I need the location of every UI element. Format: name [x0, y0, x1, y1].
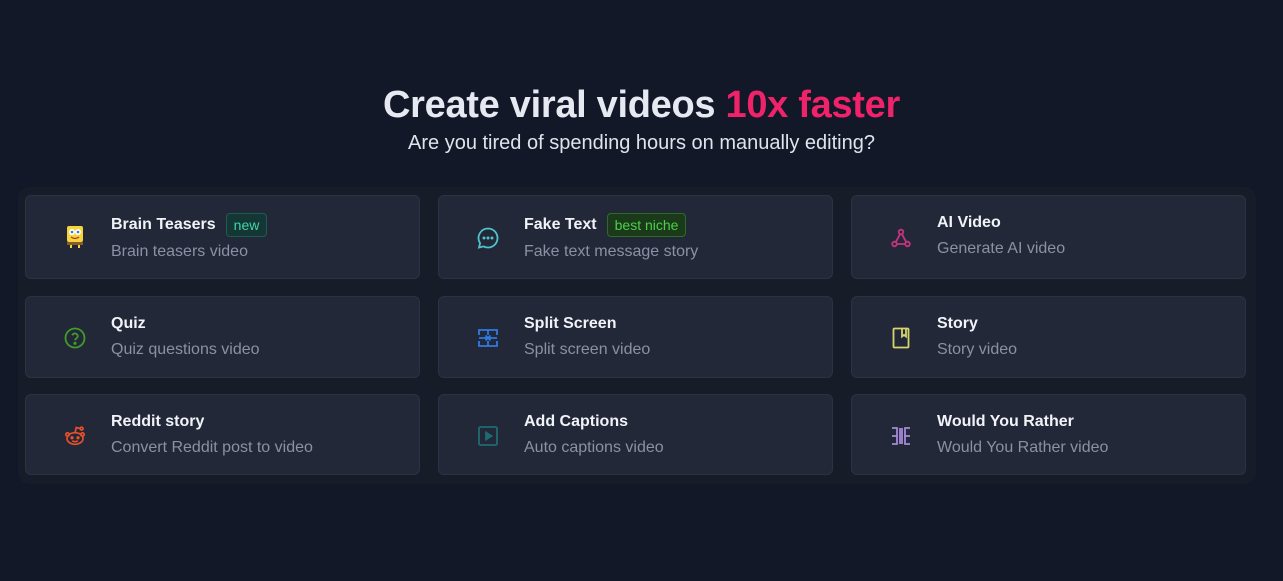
headline-main: Create viral videos	[383, 84, 726, 126]
card-story[interactable]: Story Story video	[851, 296, 1246, 378]
card-title-row: Would You Rather	[937, 412, 1074, 432]
best-niche-badge: best niche	[606, 213, 687, 237]
card-title: Brain Teasers	[111, 216, 216, 233]
play-square-icon	[475, 423, 501, 449]
card-title: Would You Rather	[937, 413, 1074, 430]
card-description: Fake text message story	[524, 243, 699, 260]
question-circle-icon	[62, 325, 88, 351]
card-description: Brain teasers video	[111, 243, 248, 260]
card-reddit-story[interactable]: Reddit story Convert Reddit post to vide…	[25, 394, 420, 475]
card-title: Fake Text	[524, 216, 597, 233]
card-split-screen[interactable]: Split Screen Split screen video	[438, 296, 833, 378]
chat-bubble-icon	[475, 225, 501, 251]
card-title: AI Video	[937, 214, 1001, 231]
network-nodes-icon	[888, 225, 914, 251]
card-fake-text[interactable]: Fake Text best niche Fake text message s…	[438, 195, 833, 279]
card-title: Add Captions	[524, 413, 628, 430]
new-badge: new	[225, 213, 268, 237]
card-title: Reddit story	[111, 413, 205, 430]
card-title: Split Screen	[524, 315, 617, 332]
card-brain-teasers[interactable]: Brain Teasers new Brain teasers video	[25, 195, 420, 279]
card-title-row: Reddit story	[111, 412, 204, 432]
hero-section: Create viral videos 10x faster Are you t…	[0, 82, 1283, 156]
split-screen-icon	[475, 325, 501, 351]
card-title-row: Add Captions	[524, 412, 628, 432]
card-title: Story	[937, 315, 978, 332]
card-description: Generate AI video	[937, 240, 1066, 257]
card-title-row: Story	[937, 314, 978, 334]
card-quiz[interactable]: Quiz Quiz questions video	[25, 296, 420, 378]
headline-accent: 10x faster	[725, 84, 901, 126]
card-add-captions[interactable]: Add Captions Auto captions video	[438, 394, 833, 475]
card-title-row: Quiz	[111, 314, 146, 334]
card-description: Story video	[937, 341, 1018, 358]
card-description: Convert Reddit post to video	[111, 439, 313, 456]
sponge-character-icon	[62, 223, 88, 249]
headline: Create viral videos 10x faster	[0, 82, 1283, 128]
subheadline: Are you tired of spending hours on manua…	[408, 132, 875, 154]
reddit-icon	[62, 423, 88, 449]
card-title-row: Brain Teasers new	[111, 213, 268, 237]
card-description: Would You Rather video	[937, 439, 1109, 456]
card-description: Quiz questions video	[111, 341, 260, 358]
card-description: Auto captions video	[524, 439, 664, 456]
card-title: Quiz	[111, 315, 146, 332]
book-icon	[888, 325, 914, 351]
card-title-row: AI Video	[937, 213, 1001, 233]
compare-columns-icon	[888, 423, 914, 449]
card-would-you-rather[interactable]: Would You Rather Would You Rather video	[851, 394, 1246, 475]
card-title-row: Fake Text best niche	[524, 213, 687, 237]
card-ai-video[interactable]: AI Video Generate AI video	[851, 195, 1246, 279]
card-description: Split screen video	[524, 341, 651, 358]
card-title-row: Split Screen	[524, 314, 616, 334]
